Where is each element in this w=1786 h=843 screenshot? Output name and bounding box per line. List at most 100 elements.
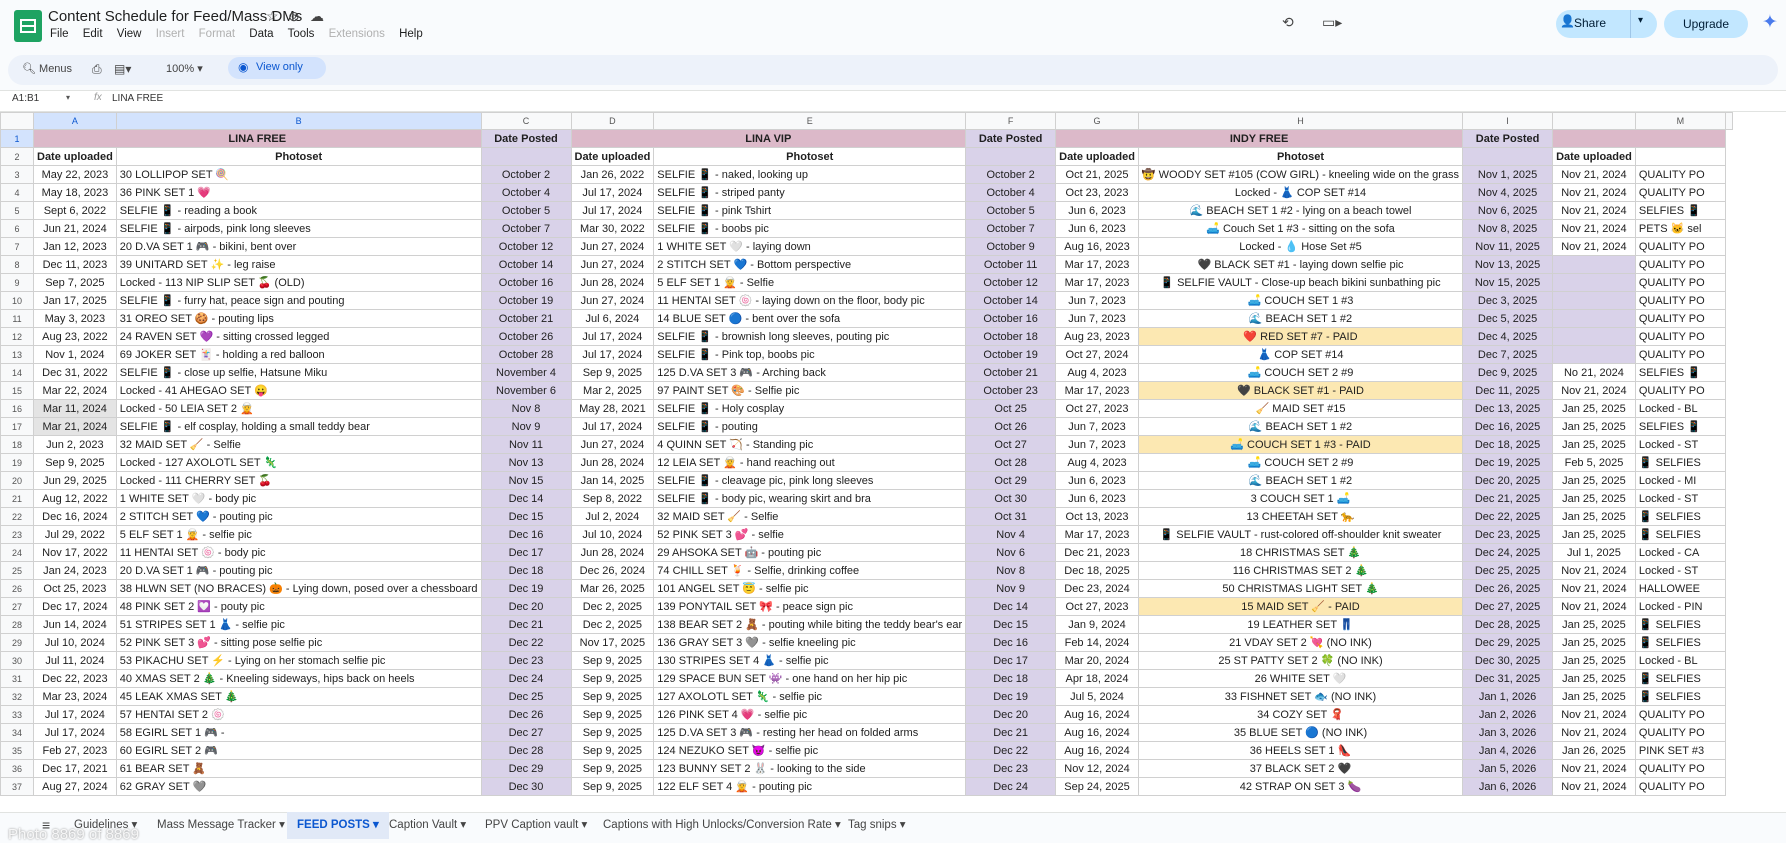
grid-cell[interactable]: Locked - 41 AHEGAO SET 😛: [115, 381, 482, 400]
grid-cell[interactable]: October 16: [480, 273, 572, 292]
grid-cell[interactable]: 📱 SELFIE VAULT - Close-up beach bikini s…: [1137, 273, 1464, 292]
grid-cell[interactable]: Dec 18, 2025: [1055, 561, 1139, 580]
subheader-cell[interactable]: Photoset: [115, 147, 482, 166]
grid-cell[interactable]: Dec 17, 2021: [33, 759, 117, 778]
grid-cell[interactable]: Jul 17, 2024: [33, 705, 117, 724]
grid-cell[interactable]: Nov 1, 2025: [1462, 165, 1554, 184]
grid-cell[interactable]: 33 FISHNET SET 🐟 (NO INK): [1137, 687, 1464, 706]
grid-cell[interactable]: 29 AHSOKA SET 🤖 - pouting pic: [653, 543, 967, 562]
document-title[interactable]: Content Schedule for Feed/Mass DMs: [48, 8, 302, 25]
grid-cell[interactable]: Jan 6, 2026: [1462, 777, 1554, 796]
grid-cell[interactable]: Sep 9, 2025: [570, 363, 655, 382]
grid-cell[interactable]: Dec 29: [480, 759, 572, 778]
grid-cell[interactable]: Jan 14, 2025: [570, 471, 655, 490]
grid-cell[interactable]: 40 XMAS SET 2 🎄 - Kneeling sideways, hip…: [115, 669, 482, 688]
grid-cell[interactable]: Dec 7, 2025: [1462, 345, 1554, 364]
grid-cell[interactable]: Jun 2, 2023: [33, 435, 117, 454]
grid-cell[interactable]: SELFIE 📱 - furry hat, peace sign and pou…: [115, 291, 482, 310]
column-header[interactable]: C: [480, 112, 572, 130]
row-header[interactable]: 15: [0, 381, 34, 400]
grid-cell[interactable]: 19 LEATHER SET 👖: [1137, 615, 1464, 634]
grid-cell[interactable]: Dec 24, 2025: [1462, 543, 1554, 562]
grid-cell[interactable]: 🤠 WOODY SET #105 (COW GIRL) - kneeling w…: [1137, 165, 1464, 184]
grid-cell[interactable]: October 11: [965, 255, 1057, 274]
grid-cell[interactable]: QUALITY PO: [1634, 291, 1726, 310]
grid-cell[interactable]: Nov 6: [965, 543, 1057, 562]
grid-cell[interactable]: 74 CHILL SET 🍹 - Selfie, drinking coffee: [653, 561, 967, 580]
grid-cell[interactable]: Jul 1, 2025: [1552, 543, 1636, 562]
share-dropdown-icon[interactable]: ▾: [1638, 15, 1643, 26]
grid-cell[interactable]: 36 PINK SET 1 💗: [115, 183, 482, 202]
row-header[interactable]: 12: [0, 327, 34, 346]
grid-cell[interactable]: PINK SET #3: [1634, 741, 1726, 760]
grid-cell[interactable]: Nov 1, 2024: [33, 345, 117, 364]
grid-cell[interactable]: Mar 30, 2022: [570, 219, 655, 238]
column-header[interactable]: [1552, 112, 1636, 130]
grid-cell[interactable]: Nov 4: [965, 525, 1057, 544]
grid-cell[interactable]: Dec 20, 2025: [1462, 471, 1554, 490]
meet-video-icon[interactable]: ▭▸: [1322, 14, 1342, 31]
grid-cell[interactable]: Jan 25, 2025: [1552, 507, 1636, 526]
grid-cell[interactable]: Jun 27, 2024: [570, 237, 655, 256]
grid-cell[interactable]: 26 WHITE SET 🤍: [1137, 669, 1464, 688]
grid-cell[interactable]: Dec 18, 2025: [1462, 435, 1554, 454]
grid-cell[interactable]: Jun 6, 2023: [1055, 471, 1139, 490]
grid-cell[interactable]: 62 GRAY SET 🩶: [115, 777, 482, 796]
row-header[interactable]: 8: [0, 255, 34, 274]
row-header[interactable]: 16: [0, 399, 34, 418]
grid-cell[interactable]: 📱 SELFIES: [1634, 453, 1726, 472]
grid-cell[interactable]: Jun 6, 2023: [1055, 489, 1139, 508]
grid-cell[interactable]: Locked - PIN: [1634, 597, 1726, 616]
grid-cell[interactable]: Mar 11, 2024: [33, 399, 117, 418]
grid-cell[interactable]: Jan 25, 2025: [1552, 525, 1636, 544]
grid-cell[interactable]: Nov 9: [480, 417, 572, 436]
grid-cell[interactable]: SELFIE 📱 - cleavage pic, pink long sleev…: [653, 471, 967, 490]
paint-format-icon[interactable]: ▤▾: [114, 62, 131, 76]
row-header[interactable]: 33: [0, 705, 34, 724]
grid-cell[interactable]: Jun 7, 2023: [1055, 309, 1139, 328]
grid-cell[interactable]: [1552, 273, 1636, 292]
row-header[interactable]: 4: [0, 183, 34, 202]
grid-cell[interactable]: Sep 9, 2025: [570, 777, 655, 796]
grid-cell[interactable]: 📱 SELFIES: [1634, 525, 1726, 544]
grid-cell[interactable]: Jun 6, 2023: [1055, 201, 1139, 220]
grid-cell[interactable]: Jun 21, 2024: [33, 219, 117, 238]
grid-cell[interactable]: 4 QUINN SET 🏹 - Standing pic: [653, 435, 967, 454]
row-header[interactable]: 36: [0, 759, 34, 778]
grid-cell[interactable]: HALLOWEE: [1634, 579, 1726, 598]
grid-cell[interactable]: 18 CHRISTMAS SET 🎄: [1137, 543, 1464, 562]
grid-cell[interactable]: Jan 26, 2025: [1552, 741, 1636, 760]
grid-cell[interactable]: Aug 23, 2023: [1055, 327, 1139, 346]
grid-cell[interactable]: Jan 4, 2026: [1462, 741, 1554, 760]
row-header[interactable]: 5: [0, 201, 34, 220]
grid-cell[interactable]: Nov 21, 2024: [1552, 777, 1636, 796]
grid-cell[interactable]: Sep 9, 2025: [570, 669, 655, 688]
grid-cell[interactable]: October 16: [965, 309, 1057, 328]
row-header[interactable]: 29: [0, 633, 34, 652]
grid-cell[interactable]: Dec 24: [965, 777, 1057, 796]
grid-cell[interactable]: 21 VDAY SET 2 💘 (NO INK): [1137, 633, 1464, 652]
row-header[interactable]: 3: [0, 165, 34, 184]
row-header[interactable]: 13: [0, 345, 34, 364]
grid-cell[interactable]: October 2: [965, 165, 1057, 184]
grid-cell[interactable]: No 21, 2024: [1552, 363, 1636, 382]
grid-cell[interactable]: Jan 25, 2025: [1552, 489, 1636, 508]
menu-tools[interactable]: Tools: [288, 28, 315, 40]
grid-cell[interactable]: Locked - BL: [1634, 651, 1726, 670]
tab-caption-vault[interactable]: Caption Vault ▾: [389, 812, 466, 839]
subheader-cell[interactable]: Photoset: [653, 147, 967, 166]
column-header[interactable]: B: [115, 112, 482, 130]
menu-file[interactable]: File: [50, 28, 69, 40]
grid-cell[interactable]: 32 MAID SET 🧹 - Selfie: [653, 507, 967, 526]
grid-cell[interactable]: Nov 21, 2024: [1552, 165, 1636, 184]
column-header[interactable]: M: [1634, 112, 1726, 130]
grid-cell[interactable]: Nov 11: [480, 435, 572, 454]
grid-cell[interactable]: October 5: [965, 201, 1057, 220]
row-header[interactable]: 19: [0, 453, 34, 472]
grid-cell[interactable]: QUALITY PO: [1634, 777, 1726, 796]
section-next[interactable]: [1552, 129, 1726, 148]
grid-cell[interactable]: 32 MAID SET 🧹 - Selfie: [115, 435, 482, 454]
grid-cell[interactable]: October 2: [480, 165, 572, 184]
grid-cell[interactable]: SELFIE 📱 - Pink top, boobs pic: [653, 345, 967, 364]
row-header[interactable]: 23: [0, 525, 34, 544]
